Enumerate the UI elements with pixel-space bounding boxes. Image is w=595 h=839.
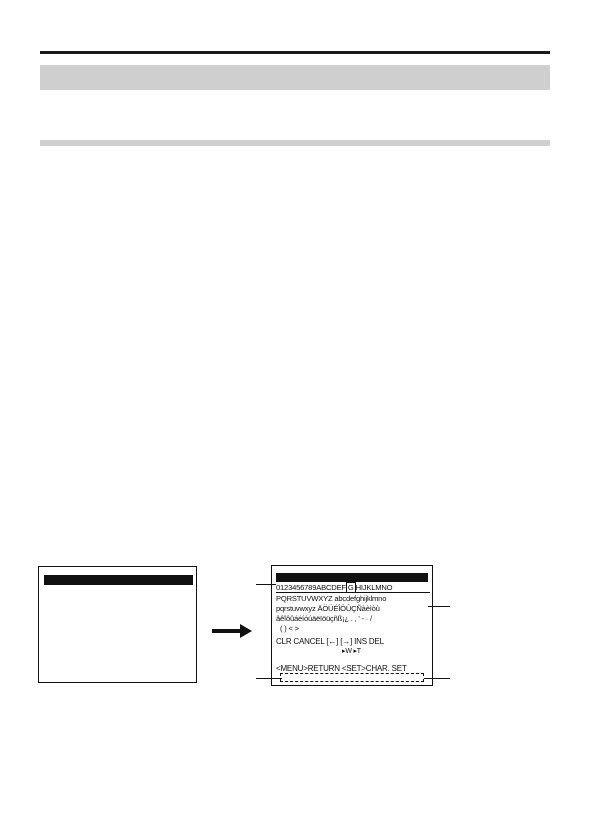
section-header-band [40, 65, 550, 90]
input-title-bar [276, 573, 428, 582]
top-rule [40, 51, 550, 54]
character-input-screen-illustration: 0123456789ABCDEF G HIJKLMNO PQRSTUVWXYZ ab… [271, 565, 433, 686]
menu-screen-illustration [38, 566, 197, 683]
control-sub-row: ▸W ▸T [342, 648, 361, 655]
text-entry-field [280, 673, 424, 682]
callout-line-right [428, 606, 450, 607]
char-row-1: 0123456789ABCDEF G HIJKLMNO [276, 582, 393, 593]
char-row-1-rest: HIJKLMNO [355, 583, 393, 592]
char-row-3: pqrstuvwxyz ÄÖÜÉÎÔÛÇÑàèìòù [276, 604, 380, 613]
char-row-4: âêîôûáéíóúäëïöüçñß¡¿ . , ' - · / [276, 614, 372, 623]
char-row-2: PQRSTUVWXYZ abcdefghijklmno [276, 594, 387, 603]
char-row-1-text: 0123456789ABCDEF [276, 583, 346, 592]
footer-row: <MENU>RETURN <SET>CHAR. SET [276, 664, 407, 673]
section-divider-band [40, 140, 550, 146]
control-row: CLR CANCEL [←] [→] INS DEL [276, 637, 384, 646]
char-row-5: ( ) < > [280, 624, 299, 633]
callout-line-left-bottom [256, 678, 282, 679]
callout-line-left-top [256, 584, 276, 585]
right-arrow-icon [212, 624, 252, 638]
callout-line-right-bottom [424, 678, 450, 679]
char-row-divider [276, 592, 430, 593]
menu-title-bar [44, 575, 193, 585]
